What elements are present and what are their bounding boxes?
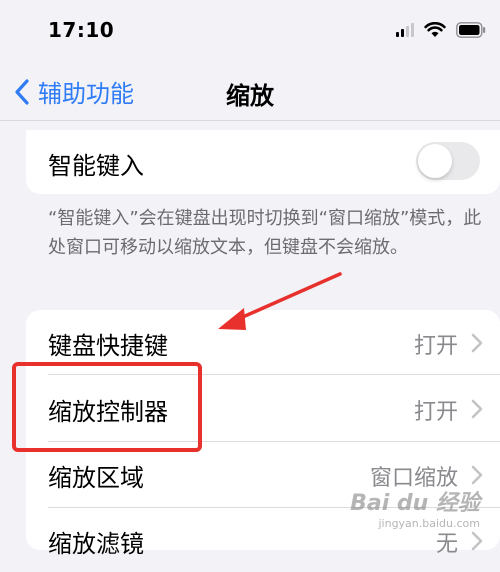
watermark-sub: jingyan.baidu.com bbox=[378, 517, 480, 530]
row-label: 键盘快捷键 bbox=[48, 332, 168, 360]
row-value: 无 bbox=[435, 532, 458, 557]
status-time: 17:10 bbox=[48, 18, 115, 42]
smart-typing-toggle[interactable] bbox=[416, 142, 480, 180]
wifi-icon bbox=[424, 22, 446, 38]
page-title: 缩放 bbox=[226, 82, 274, 110]
row-value: 打开 bbox=[413, 400, 458, 425]
toggle-knob bbox=[418, 144, 452, 178]
battery-icon bbox=[456, 22, 486, 38]
smart-typing-label: 智能键入 bbox=[48, 152, 144, 180]
smart-typing-row: 智能键入 bbox=[26, 130, 500, 194]
row-label: 缩放区域 bbox=[48, 464, 144, 492]
status-icons bbox=[396, 22, 486, 38]
navigation-bar: 辅助功能 缩放 bbox=[0, 64, 500, 120]
smart-typing-group: 智能键入 bbox=[26, 130, 500, 194]
watermark-logo: Bai du 经验 jingyan.baidu.com bbox=[350, 485, 480, 530]
annotation-highlight-box bbox=[12, 362, 202, 452]
status-bar: 17:10 bbox=[0, 0, 500, 64]
watermark-main: Bai du 经验 bbox=[350, 491, 480, 516]
nav-divider bbox=[0, 120, 500, 121]
chevron-right-icon bbox=[471, 531, 483, 551]
row-value: 打开 bbox=[413, 334, 458, 359]
chevron-right-icon bbox=[471, 399, 483, 419]
cellular-signal-icon bbox=[396, 23, 414, 37]
chevron-right-icon bbox=[471, 465, 483, 485]
chevron-right-icon bbox=[471, 333, 483, 353]
smart-typing-footnote: “智能键入”会在键盘出现时切换到“窗口缩放”模式，此处窗口可移动以缩放文本，但键… bbox=[48, 208, 482, 258]
